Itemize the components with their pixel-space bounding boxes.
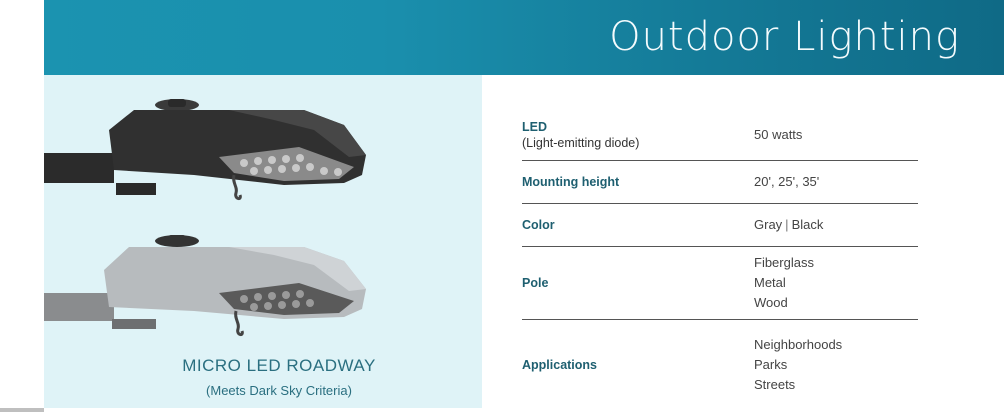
spec-table: LED (Light-emitting diode) 50 watts Moun… xyxy=(522,110,918,410)
led-label: LED xyxy=(522,120,547,134)
led-value: 50 watts xyxy=(754,127,803,142)
gray-fixture xyxy=(44,235,366,337)
pole-label: Pole xyxy=(522,276,549,290)
spec-row-applications: Applications Neighborhoods Parks Streets xyxy=(522,320,918,410)
product-note: (Meets Dark Sky Criteria) xyxy=(206,383,352,398)
product-photo: MICRO LED ROADWAY (Meets Dark Sky Criter… xyxy=(44,75,482,408)
spec-label-led: LED (Light-emitting diode) xyxy=(522,120,754,150)
banner-title: Outdoor Lighting xyxy=(609,14,960,60)
header-banner: Outdoor Lighting xyxy=(44,0,1004,75)
spec-row-led: LED (Light-emitting diode) 50 watts xyxy=(522,110,918,161)
pole-value: Wood xyxy=(754,295,788,310)
pole-value: Fiberglass xyxy=(754,255,814,270)
color-option-gray: Gray xyxy=(754,217,783,232)
color-separator: | xyxy=(785,217,789,232)
color-value: Gray | Black xyxy=(754,215,823,235)
black-fixture xyxy=(44,99,366,201)
led-sublabel: (Light-emitting diode) xyxy=(522,136,640,150)
pole-value: Metal xyxy=(754,275,786,290)
spec-row-color: Color Gray | Black xyxy=(522,204,918,247)
mounting-label: Mounting height xyxy=(522,175,620,189)
color-label: Color xyxy=(522,218,555,232)
divider xyxy=(0,408,44,412)
application-value: Parks xyxy=(754,357,788,372)
application-value: Streets xyxy=(754,377,796,392)
application-value: Neighborhoods xyxy=(754,337,843,352)
spec-row-mounting: Mounting height 20', 25', 35' xyxy=(522,161,918,204)
spec-row-pole: Pole Fiberglass Metal Wood xyxy=(522,247,918,320)
product-name: MICRO LED ROADWAY xyxy=(182,356,376,375)
color-option-black: Black xyxy=(791,217,824,232)
applications-values: Neighborhoods Parks Streets xyxy=(754,335,842,395)
pole-values: Fiberglass Metal Wood xyxy=(754,253,814,313)
applications-label: Applications xyxy=(522,358,598,372)
mounting-value: 20', 25', 35' xyxy=(754,174,820,189)
